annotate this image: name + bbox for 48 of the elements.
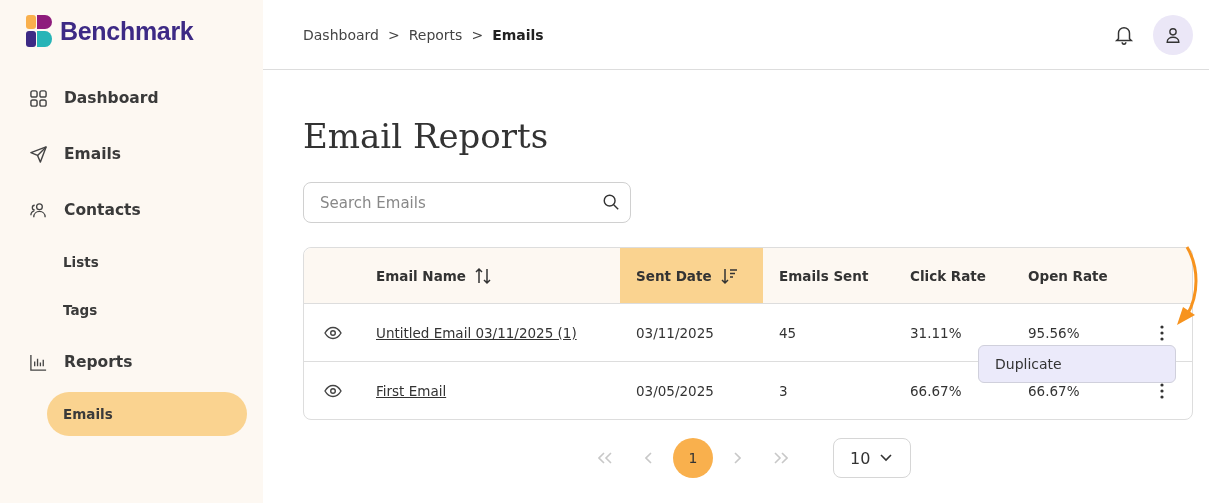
- grid-icon: [29, 88, 48, 108]
- logo-icon: [26, 15, 52, 47]
- page-size-select[interactable]: 10: [833, 438, 911, 478]
- table-cell: 66.67%: [910, 382, 962, 399]
- table-cell: 45: [779, 324, 797, 341]
- email-name-link[interactable]: Untitled Email 03/11/2025 (1): [376, 324, 577, 341]
- search-field[interactable]: Search Emails: [303, 182, 631, 223]
- column-header[interactable]: Email Name: [360, 248, 620, 303]
- more-icon[interactable]: [1160, 324, 1164, 341]
- breadcrumb-separator: >: [471, 26, 484, 43]
- brand-name: Benchmark: [60, 16, 194, 46]
- table-cell: 31.11%: [910, 324, 962, 341]
- table-cell: 03/05/2025: [636, 382, 714, 399]
- table-cell: 3: [779, 382, 788, 399]
- nav-subitem[interactable]: Emails: [47, 392, 247, 436]
- nav-item[interactable]: Reports: [26, 334, 247, 390]
- more-icon[interactable]: [1160, 382, 1164, 399]
- breadcrumb-link[interactable]: Dashboard: [303, 26, 379, 43]
- nav-subitem[interactable]: Tags: [47, 288, 247, 332]
- search-icon: [602, 193, 620, 211]
- table-cell: 03/11/2025: [636, 324, 714, 341]
- page-button[interactable]: 1: [673, 438, 713, 478]
- chart-icon: [29, 352, 48, 372]
- table-cell: 66.67%: [1028, 382, 1080, 399]
- page-title: Email Reports: [303, 115, 550, 158]
- column-header[interactable]: Sent Date: [620, 248, 763, 303]
- avatar-button[interactable]: [1153, 14, 1193, 55]
- nav-item[interactable]: Contacts: [26, 182, 247, 238]
- sort-icon: [474, 266, 492, 285]
- nav-item[interactable]: Emails: [26, 126, 247, 182]
- user-icon: [1164, 25, 1182, 44]
- menu-item[interactable]: Duplicate: [995, 356, 1062, 372]
- sort-descending-icon: [719, 266, 738, 285]
- people-icon: [29, 200, 48, 220]
- column-header[interactable]: Emails Sent: [763, 248, 894, 303]
- column-header[interactable]: Click Rate: [894, 248, 1012, 303]
- eye-icon[interactable]: [324, 383, 342, 398]
- breadcrumb-link[interactable]: Emails: [492, 26, 544, 43]
- email-name-link[interactable]: First Email: [376, 382, 447, 399]
- table-cell: 95.56%: [1028, 324, 1080, 341]
- send-icon: [29, 144, 48, 164]
- nav-item[interactable]: Dashboard: [26, 70, 247, 126]
- breadcrumb-link[interactable]: Reports: [408, 26, 463, 43]
- breadcrumb-separator: >: [387, 26, 400, 43]
- column-header[interactable]: Open Rate: [1012, 248, 1140, 303]
- nav-subitem[interactable]: Lists: [47, 240, 247, 284]
- chevron-down-icon: [880, 454, 892, 462]
- eye-icon[interactable]: [324, 325, 342, 340]
